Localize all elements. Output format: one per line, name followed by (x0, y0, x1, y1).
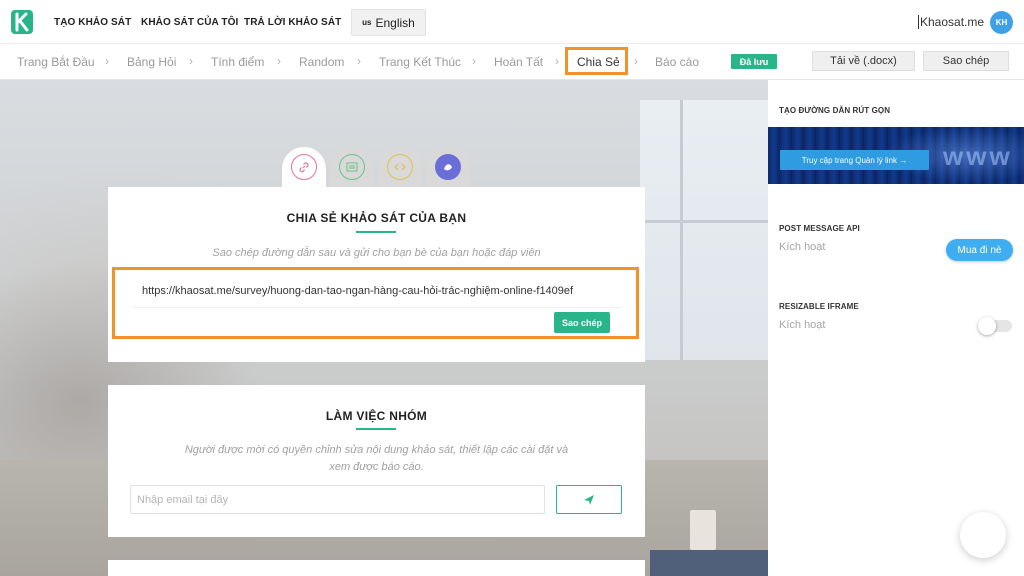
language-label: English (375, 15, 415, 30)
step-end-page[interactable]: Trang Kết Thúc (379, 55, 461, 69)
step-bar: Trang Bắt Đầu › Bảng Hỏi › Tính điểm › R… (0, 44, 1024, 80)
invite-email-input[interactable]: Nhập email tại đây (130, 485, 545, 514)
us-flag-icon: us (362, 18, 372, 27)
download-docx-button[interactable]: Tải về (.docx) (812, 51, 915, 71)
nav-answer-survey[interactable]: TRẢ LỜI KHẢO SÁT (244, 17, 341, 28)
code-icon (387, 154, 413, 180)
step-scoring[interactable]: Tính điểm (211, 55, 264, 69)
share-card-description: Sao chép đường dẫn sau và gửi cho bạn bè… (212, 247, 541, 259)
tab-share-social[interactable] (426, 147, 470, 187)
team-card-description-line1: Người được mời có quyền chỉnh sửa nội du… (184, 444, 569, 456)
chat-widget-button[interactable] (960, 512, 1006, 558)
embed-icon (339, 154, 365, 180)
saved-badge: Đã lưu (731, 54, 777, 69)
team-work-card: LÀM VIỆC NHÓM Người được mời có quyền ch… (108, 385, 645, 537)
share-card-title: CHIA SẺ KHẢO SÁT CỦA BẠN (286, 211, 467, 225)
chevron-right-icon: › (277, 54, 281, 68)
title-underline (356, 231, 396, 233)
nav-create-survey[interactable]: TẠO KHẢO SÁT (54, 17, 131, 28)
khaosat-logo[interactable] (11, 10, 33, 34)
post-message-status: Kích hoạt (779, 241, 826, 253)
step-random[interactable]: Random (299, 55, 344, 69)
chevron-right-icon: › (555, 54, 559, 68)
top-navigation: TẠO KHẢO SÁT KHẢO SÁT CỦA TÔI TRẢ LỜI KH… (0, 0, 1024, 44)
send-icon (584, 494, 594, 505)
copy-survey-button[interactable]: Sao chép (923, 51, 1009, 71)
chevron-right-icon: › (634, 54, 638, 68)
post-message-heading: POST MESSAGE API (779, 224, 860, 233)
team-card-title: LÀM VIỆC NHÓM (325, 409, 428, 423)
short-link-banner: www Truy cập trang Quản lý link → (768, 127, 1024, 184)
tab-share-link[interactable] (282, 147, 326, 187)
chevron-right-icon: › (472, 54, 476, 68)
title-underline (356, 428, 396, 430)
tab-share-embed[interactable] (330, 147, 374, 187)
user-name[interactable]: Khaosat.me (918, 15, 984, 29)
resizable-iframe-heading: RESIZABLE IFRAME (779, 302, 859, 311)
active-step-highlight (565, 47, 628, 75)
avatar[interactable]: KH (990, 11, 1013, 34)
background-books (650, 550, 768, 576)
tab-share-code[interactable] (378, 147, 422, 187)
step-complete[interactable]: Hoàn Tất (494, 55, 543, 69)
manage-link-button[interactable]: Truy cập trang Quản lý link → (780, 150, 929, 170)
social-icon (435, 154, 461, 180)
background-cup (690, 510, 716, 550)
step-questionnaire[interactable]: Bảng Hỏi (127, 55, 176, 69)
team-card-description-line2: xem được báo cáo. (329, 461, 424, 473)
nav-my-surveys[interactable]: KHẢO SÁT CỦA TÔI (141, 17, 238, 28)
chevron-right-icon: › (357, 54, 361, 68)
link-icon (291, 154, 317, 180)
resizable-iframe-status: Kích hoạt (779, 319, 826, 331)
banner-www-text: www (943, 141, 1013, 171)
language-selector[interactable]: us English (351, 9, 426, 36)
chevron-right-icon: › (189, 54, 193, 68)
chevron-right-icon: › (105, 54, 109, 68)
right-settings-panel: TẠO ĐƯỜNG DẪN RÚT GỌN www Truy cập trang… (768, 80, 1024, 576)
url-highlight-box (112, 267, 639, 339)
buy-button[interactable]: Mua đi nè (946, 239, 1013, 261)
background-window (640, 100, 768, 360)
toggle-knob[interactable] (978, 317, 996, 335)
step-start-page[interactable]: Trang Bắt Đầu (17, 55, 95, 69)
send-invite-button[interactable] (556, 485, 622, 514)
next-card (108, 560, 645, 576)
step-report[interactable]: Báo cáo (655, 55, 699, 69)
short-link-heading: TẠO ĐƯỜNG DẪN RÚT GỌN (779, 106, 891, 115)
